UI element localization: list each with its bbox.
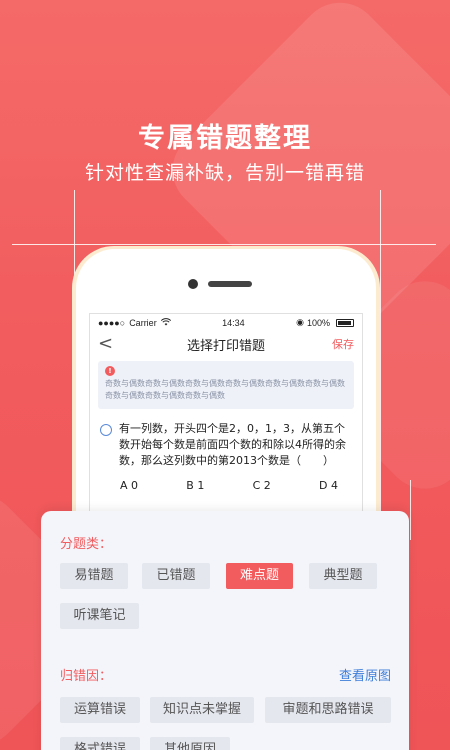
guide-line [380,190,381,530]
status-bar: ●●●●○ Carrier 14:34 ◉ 100% [90,314,362,331]
chip-category-active[interactable]: 难点题 [226,563,293,589]
alert-icon: ! [105,366,115,376]
save-button[interactable]: 保存 [332,336,354,352]
chip-category[interactable]: 听课笔记 [60,603,139,629]
nav-bar: < 选择打印错题 保存 [90,331,362,357]
back-chevron-icon[interactable]: < [98,335,118,353]
notice-text: 奇数与偶数奇数与偶数奇数与偶数奇数与偶数奇数与偶数奇数与偶数奇数与偶数奇数与偶数… [105,379,345,400]
phone-screen: ●●●●○ Carrier 14:34 ◉ 100% < 选择打印错题 保存 !… [89,313,363,523]
battery-icon [336,318,354,327]
chip-category[interactable]: 典型题 [309,563,377,589]
signal-icon: ●●●●○ [98,317,126,328]
chip-reason[interactable]: 审题和思路错误 [265,697,391,723]
reason-label: 归错因： [60,669,113,684]
option-a: A 0 [120,479,139,492]
battery-percent: 100% [306,317,330,328]
answer-options: A 0 B 1 C 2 D 4 [90,469,362,492]
promo-headline: 专属错题整理 [138,123,312,154]
page-title: 选择打印错题 [186,338,265,354]
speaker-icon [208,281,252,287]
guide-line [410,480,411,540]
category-label: 分题类： [60,537,113,552]
chip-reason[interactable]: 知识点未掌握 [150,697,254,723]
guide-line [12,244,436,245]
option-c: C 2 [252,479,271,492]
question-text: 有一列数，开头四个是2，0，1，3，从第五个数开始每个数是前面四个数的和除以4所… [119,422,346,467]
carrier-label: Carrier [129,317,157,328]
select-radio[interactable] [100,424,112,436]
chip-reason[interactable]: 格式错误 [60,737,140,750]
option-d: D 4 [319,479,338,492]
question-item[interactable]: 有一列数，开头四个是2，0，1，3，从第五个数开始每个数是前面四个数的和除以4所… [90,409,362,469]
chip-reason[interactable]: 运算错误 [60,697,140,723]
notice-box: ! 奇数与偶数奇数与偶数奇数与偶数奇数与偶数奇数与偶数奇数与偶数奇数与偶数奇数与… [98,361,354,409]
option-b: B 1 [186,479,205,492]
filter-sheet: 分题类： 易错题 已错题 难点题 典型题 听课笔记 归错因： 查看原图 运算错误… [41,511,409,750]
chip-category[interactable]: 易错题 [60,563,128,589]
status-time: 14:34 [222,317,245,328]
view-original-link[interactable]: 查看原图 [339,665,391,684]
camera-icon [188,279,198,289]
chip-reason[interactable]: 其他原因 [150,737,230,750]
chip-category[interactable]: 已错题 [142,563,210,589]
lock-rotation-icon: ◉ [296,317,304,327]
promo-subline: 针对性查漏补缺，告别一错再错 [84,162,365,184]
wifi-icon [160,317,171,328]
